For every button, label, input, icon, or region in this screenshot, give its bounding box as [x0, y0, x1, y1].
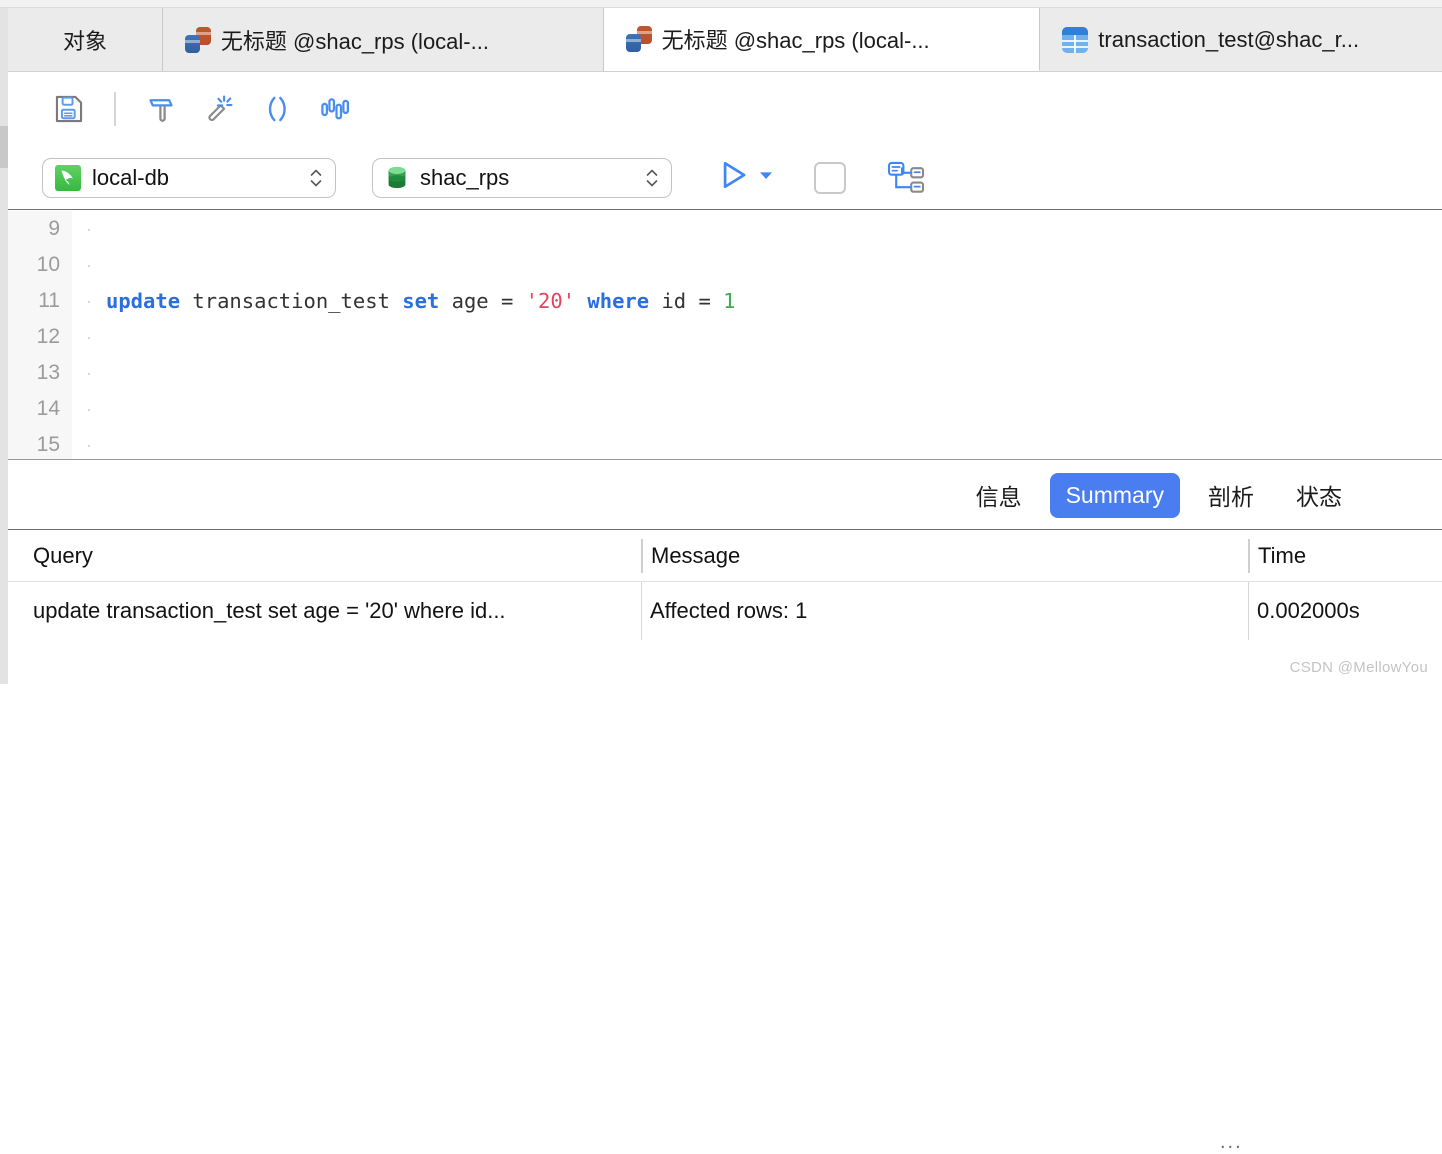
code-text: update transaction_test set age = '20' w… [106, 289, 736, 313]
caret-down-icon [760, 172, 772, 179]
line-number: 14 [36, 397, 60, 420]
bar-chart-icon [321, 98, 350, 120]
indent-guide-dot [88, 409, 90, 411]
indent-guide-dot [88, 265, 90, 267]
tab-objects[interactable]: 对象 [8, 8, 163, 71]
play-icon [723, 161, 746, 189]
code-lines[interactable]: 9 10 11 update transaction_test set age = '… [8, 211, 1442, 459]
code-line[interactable]: 12 [8, 319, 1442, 355]
tab-query-1-label: 无标题 @shac_rps (local-... [220, 28, 489, 54]
parentheses-button[interactable] [248, 83, 306, 135]
result-tab-info[interactable]: 信息 [962, 471, 1036, 519]
sql-toolbar [8, 72, 1442, 146]
code-line[interactable]: 9 [8, 211, 1442, 247]
tab-query-2[interactable]: 无标题 @shac_rps (local-... [603, 8, 1041, 71]
table-icon [1062, 26, 1089, 53]
line-number: 10 [36, 253, 60, 276]
cell-message: Affected rows: 1 [641, 582, 1248, 640]
sql-editor[interactable]: 9 10 11 update transaction_test set age = '… [8, 211, 1442, 460]
query-icon [625, 26, 652, 52]
cell-query: update transaction_test set age = '20' w… [33, 598, 506, 623]
save-icon [55, 95, 83, 123]
connection-value: local-db [92, 164, 170, 190]
query-icon [184, 26, 211, 53]
indent-guide-dot [88, 301, 90, 303]
explain-plan-icon [887, 161, 925, 193]
tab-query-2-label: 无标题 @shac_rps (local-... [661, 28, 930, 53]
build-button[interactable] [132, 83, 190, 135]
indent-guide-dot [88, 373, 90, 375]
row-overflow-indicator: ... [1220, 1131, 1243, 1153]
code-line[interactable]: 15 [8, 427, 1442, 459]
indent-guide-dot [88, 445, 90, 447]
result-tab-profile[interactable]: 剖析 [1194, 471, 1268, 519]
results-grid: Query Message Time update transaction_te… [8, 531, 1442, 1153]
schema-select[interactable]: shac_rps [372, 157, 672, 198]
indent-guide-dot [88, 229, 90, 231]
column-header-query[interactable]: Query [8, 539, 641, 573]
result-tab-summary[interactable]: Summary [1049, 472, 1180, 518]
result-tab-status[interactable]: 状态 [1282, 471, 1356, 519]
parentheses-icon [268, 96, 286, 122]
tab-objects-label: 对象 [62, 28, 107, 54]
tab-table-transaction-test[interactable]: transaction_test@shac_r... [1040, 8, 1442, 71]
indent-guide-dot [88, 337, 90, 339]
table-row[interactable]: update transaction_test set age = '20' w… [8, 582, 1442, 640]
left-scroll-handle[interactable] [0, 126, 8, 168]
connection-select[interactable]: local-db [42, 157, 336, 198]
watermark: CSDN @MellowYou [1289, 659, 1428, 676]
run-dropdown-button[interactable] [758, 167, 774, 188]
dbeaver-window: 对象 无标题 @shac_rps (local-... 无标题 @shac_rp… [0, 0, 1442, 1153]
beautify-button[interactable] [190, 83, 248, 135]
explain-plan-button[interactable] [884, 158, 928, 198]
chart-button[interactable] [306, 83, 364, 135]
chevron-updown-icon[interactable] [643, 164, 661, 192]
editor-tab-bar: 对象 无标题 @shac_rps (local-... 无标题 @shac_rp… [8, 8, 1442, 72]
column-header-time[interactable]: Time [1248, 539, 1442, 573]
result-tab-bar: 信息 Summary 剖析 状态 [8, 461, 1442, 530]
save-button[interactable] [40, 83, 98, 135]
mysql-dolphin-icon [55, 164, 81, 191]
left-edge-strip [0, 8, 8, 684]
chevron-updown-icon[interactable] [307, 164, 325, 192]
toolbar-separator [114, 92, 116, 126]
build-icon [149, 99, 173, 122]
tab-table-label: transaction_test@shac_r... [1098, 26, 1360, 52]
line-number: 12 [36, 325, 60, 348]
line-number: 13 [36, 361, 60, 384]
window-chrome-sliver [0, 0, 1442, 8]
code-line[interactable]: 10 [8, 247, 1442, 283]
run-controls [714, 156, 774, 199]
stop-checkbox[interactable] [814, 161, 846, 194]
run-button[interactable] [714, 156, 752, 199]
database-icon [385, 165, 409, 191]
connection-bar: local-db shac_rps [8, 146, 1442, 210]
results-header-row: Query Message Time [8, 531, 1442, 582]
line-number: 9 [48, 217, 60, 240]
schema-value: shac_rps [420, 164, 510, 190]
code-line[interactable]: 14 [8, 391, 1442, 427]
cell-time: 0.002000s [1248, 582, 1442, 640]
line-number: 15 [36, 433, 60, 456]
tab-query-1[interactable]: 无标题 @shac_rps (local-... [162, 8, 604, 71]
column-header-message[interactable]: Message [641, 539, 1248, 573]
magic-wand-icon [208, 95, 233, 122]
code-line[interactable]: 13 [8, 355, 1442, 391]
code-line[interactable]: 11 update transaction_test set age = '20'… [8, 283, 1442, 319]
line-number: 11 [38, 289, 60, 312]
